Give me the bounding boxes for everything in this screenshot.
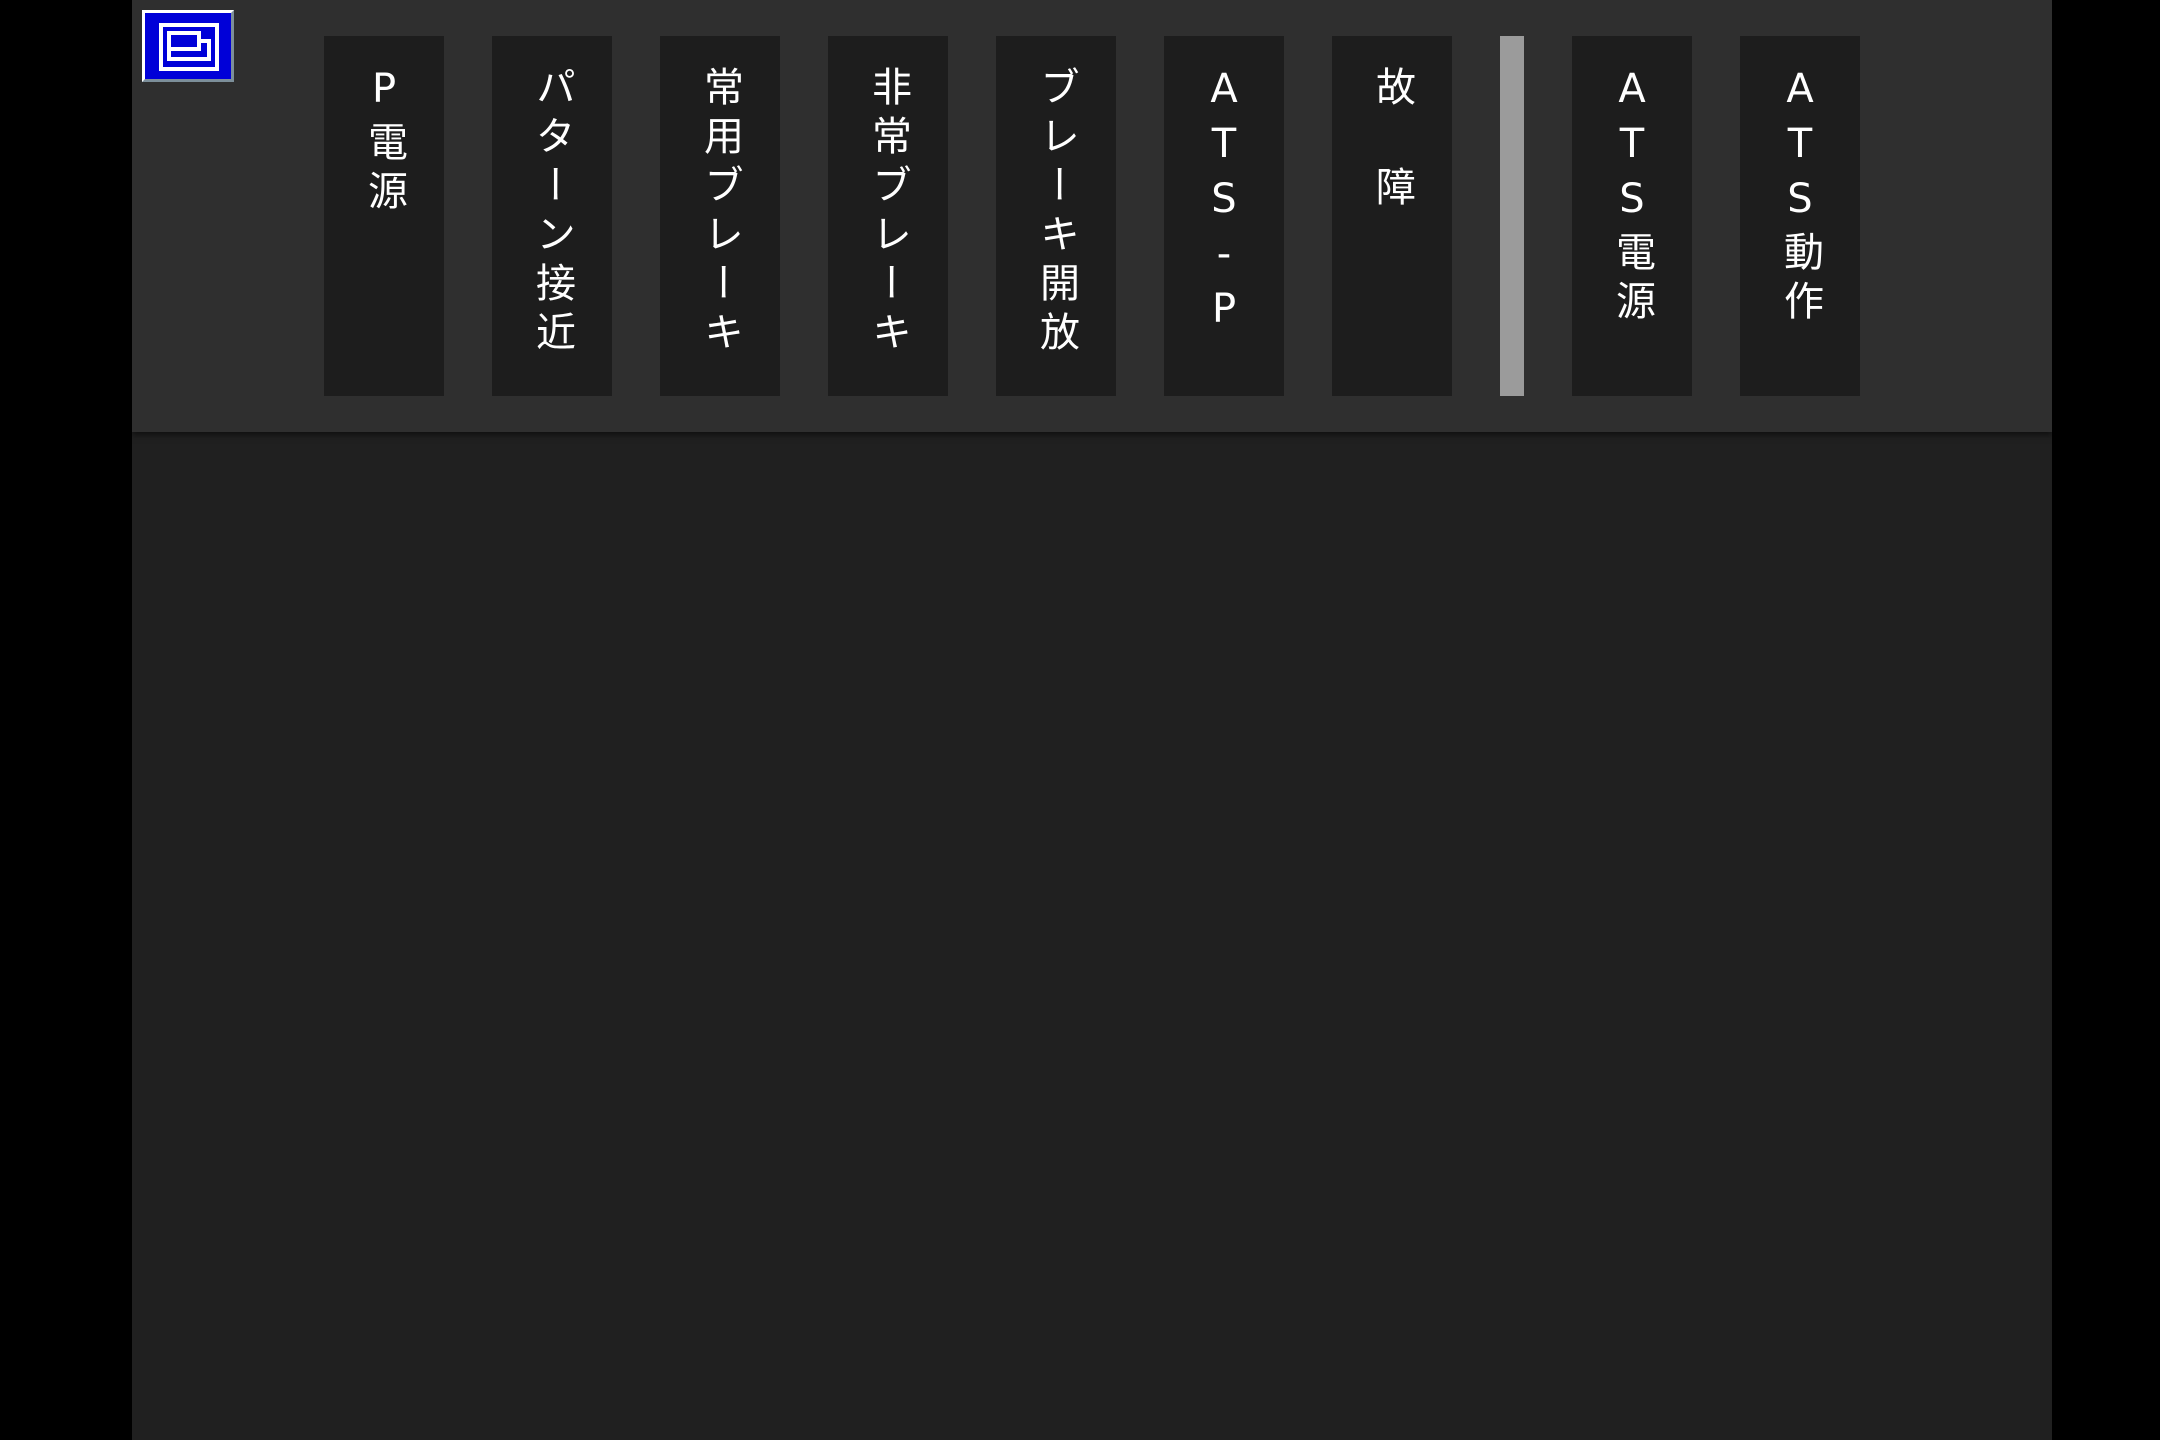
indicator-panel: P電源 パターン接近 常用ブレーキ 非常ブレーキ ブレーキ開放 ATS-P 故障… bbox=[132, 0, 2052, 432]
lamp-label: 常用ブレーキ bbox=[697, 66, 743, 360]
lamp-label: ブレーキ開放 bbox=[1033, 66, 1079, 360]
group-separator bbox=[1500, 36, 1524, 396]
lamp-label: P電源 bbox=[361, 66, 407, 219]
lamp-label: ATS電源 bbox=[1609, 66, 1655, 329]
lamp-label: パターン接近 bbox=[529, 66, 575, 360]
lamp-ats-operation[interactable]: ATS動作 bbox=[1740, 36, 1860, 396]
lamp-emergency-brake[interactable]: 非常ブレーキ bbox=[828, 36, 948, 396]
ats-monitor-screen: P電源 パターン接近 常用ブレーキ 非常ブレーキ ブレーキ開放 ATS-P 故障… bbox=[132, 0, 2052, 1440]
lamp-label: ATS-P bbox=[1201, 66, 1247, 341]
window-toggle-button[interactable] bbox=[142, 10, 234, 82]
lamp-p-power[interactable]: P電源 bbox=[324, 36, 444, 396]
lamp-brake-release[interactable]: ブレーキ開放 bbox=[996, 36, 1116, 396]
lamp-ats-power[interactable]: ATS電源 bbox=[1572, 36, 1692, 396]
window-restore-icon bbox=[159, 23, 219, 71]
lamp-label: ATS動作 bbox=[1777, 66, 1823, 329]
lamp-pattern-approach[interactable]: パターン接近 bbox=[492, 36, 612, 396]
lamp-service-brake[interactable]: 常用ブレーキ bbox=[660, 36, 780, 396]
lamp-fault[interactable]: 故障 bbox=[1332, 36, 1452, 396]
lamp-ats-p[interactable]: ATS-P bbox=[1164, 36, 1284, 396]
lamp-label: 非常ブレーキ bbox=[865, 66, 911, 360]
lamp-label: 故障 bbox=[1369, 66, 1415, 266]
